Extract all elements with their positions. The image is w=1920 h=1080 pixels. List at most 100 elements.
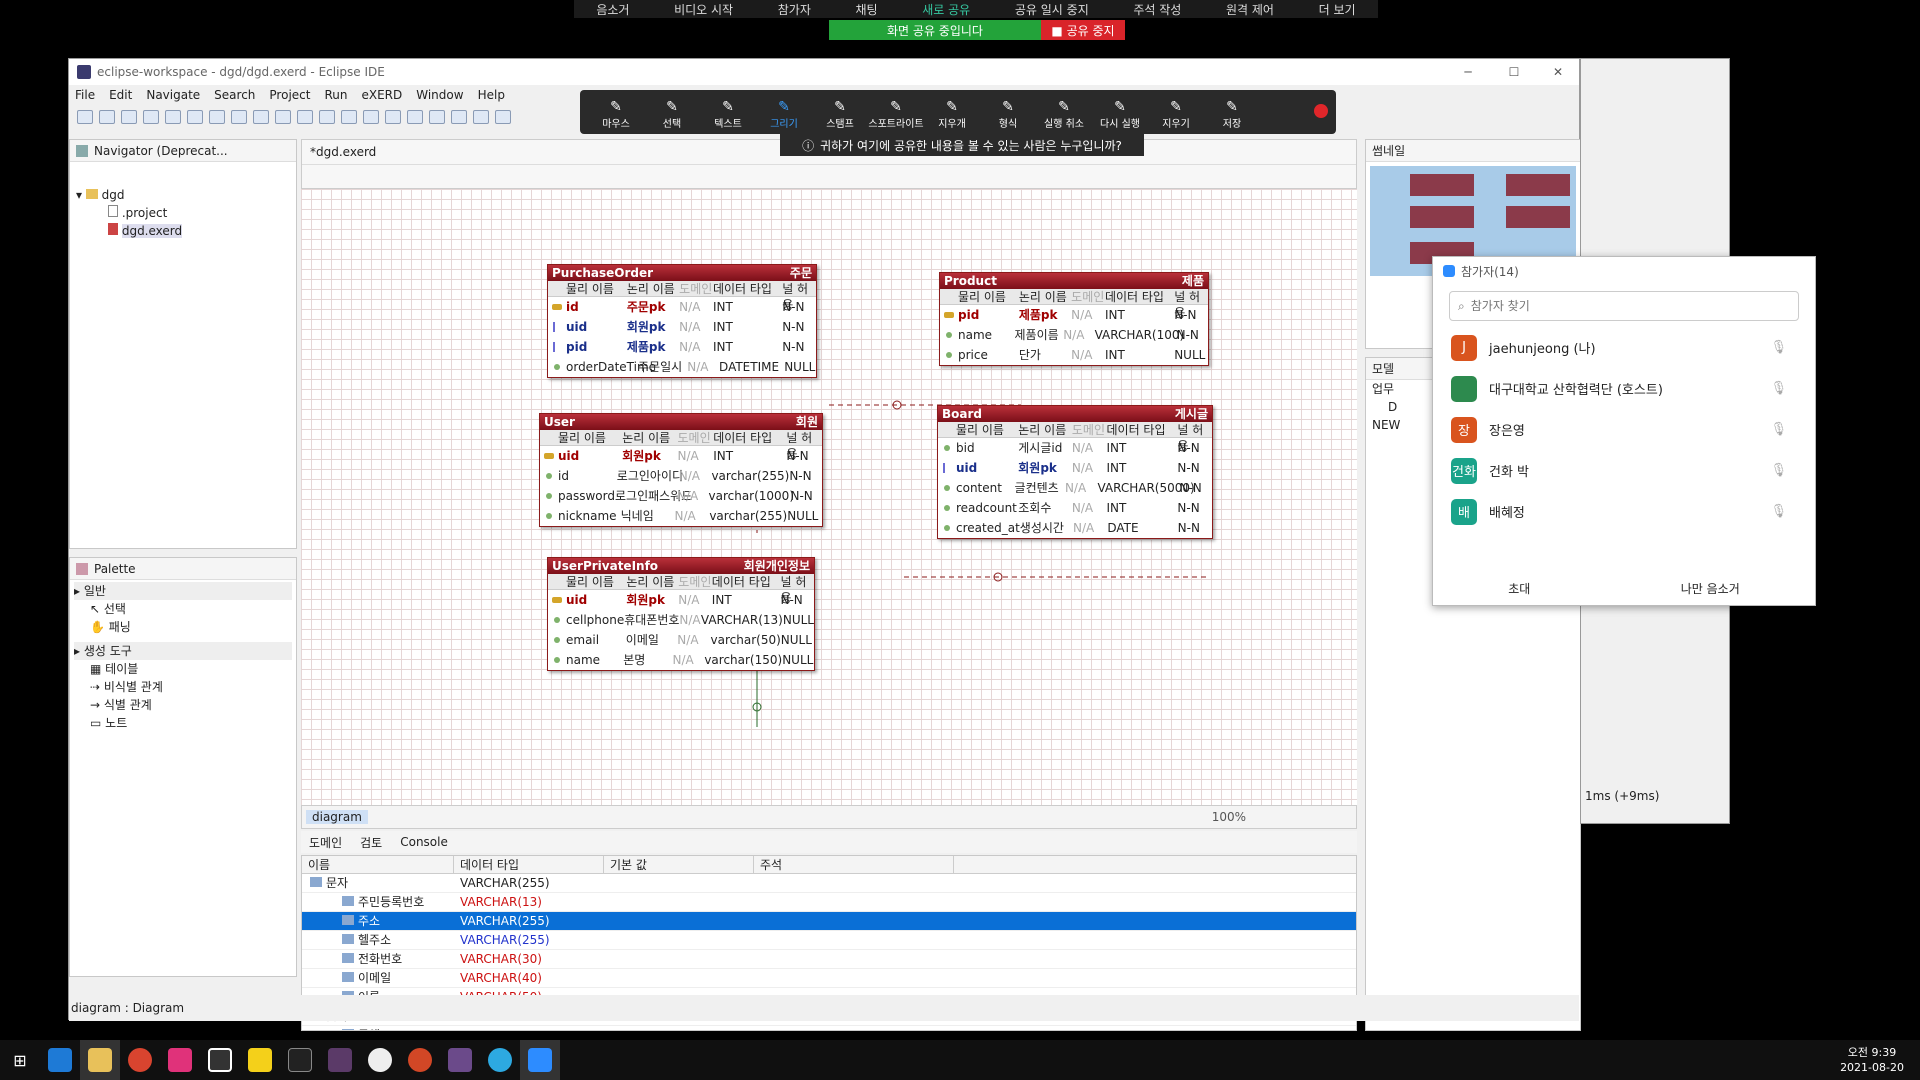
toolbar-button-icon[interactable] <box>451 110 467 124</box>
diagram-tab[interactable]: diagram <box>306 810 368 824</box>
toolbar-button-icon[interactable] <box>253 110 269 124</box>
zoom-menu-item[interactable]: 참가자 <box>778 1 811 18</box>
annotation-tool[interactable]: ✎ 스포트라이트 <box>868 99 924 130</box>
intellij-icon[interactable] <box>160 1040 200 1080</box>
entity-attribute-row[interactable]: orderDateTime 주문일시 N/A DATETIME NULL <box>548 357 816 377</box>
palette-item-table[interactable]: ▦ 테이블 <box>74 660 292 678</box>
participant-row[interactable]: 건화 건화 박 🎙 <box>1433 450 1815 491</box>
toolbar-button-icon[interactable] <box>187 110 203 124</box>
grid-row[interactable]: 주소 VARCHAR(255) <box>302 912 1356 931</box>
entity-attribute-row[interactable]: id 주문pk N/A INT N-N <box>548 297 816 317</box>
github-icon[interactable] <box>360 1040 400 1080</box>
minimize-icon[interactable]: ─ <box>1445 59 1491 85</box>
entity-upi[interactable]: UserPrivateInfo 회원개인정보 물리 이름 논리 이름 도메인 데이터 타입… <box>547 557 815 671</box>
tab-console[interactable]: Console <box>400 835 448 849</box>
entity-user[interactable]: User 회원 물리 이름 논리 이름 도메인 데이터 타입 널 허용 uid 회원pk N/A I… <box>539 413 823 527</box>
entity-attribute-row[interactable]: id 로그인아이디 N/A varchar(255) N-N <box>540 466 822 486</box>
toolbar-button-icon[interactable] <box>121 110 137 124</box>
system-clock[interactable]: 오전 9:39 2021-08-20 <box>1840 1045 1920 1075</box>
powerpoint-icon[interactable] <box>400 1040 440 1080</box>
menu-item[interactable]: Run <box>324 88 347 102</box>
entity-attribute-row[interactable]: pid 제품pk N/A INT N-N <box>548 337 816 357</box>
entity-attribute-row[interactable]: bid 게시글id N/A INT N-N <box>938 438 1212 458</box>
menu-item[interactable]: File <box>75 88 95 102</box>
palette-group-general[interactable]: ▸ 일반 <box>74 582 292 600</box>
entity-attribute-row[interactable]: readcount 조회수 N/A INT N-N <box>938 498 1212 518</box>
grid-row[interactable]: 주민등록번호 VARCHAR(13) <box>302 893 1356 912</box>
grid-row[interactable]: 문자 VARCHAR(255) <box>302 874 1356 893</box>
toolbar-button-icon[interactable] <box>341 110 357 124</box>
mic-icon[interactable]: 🎙 <box>1770 422 1787 437</box>
col-type[interactable]: 데이터 타입 <box>454 856 604 873</box>
mic-icon[interactable]: 🎙 <box>1770 340 1787 355</box>
palette-group-create[interactable]: ▸ 생성 도구 <box>74 642 292 660</box>
toolbar-button-icon[interactable] <box>231 110 247 124</box>
toolbar-button-icon[interactable] <box>495 110 511 124</box>
annotation-tool[interactable]: ✎ 선택 <box>644 99 700 130</box>
zoom-menu-item[interactable]: 주석 작성 <box>1133 1 1181 18</box>
palette-item-note[interactable]: ▭ 노트 <box>74 714 292 732</box>
toolbar-button-icon[interactable] <box>319 110 335 124</box>
entity-attribute-row[interactable]: password 로그인패스워드 N/A varchar(1000) N-N <box>540 486 822 506</box>
menu-item[interactable]: Help <box>478 88 505 102</box>
entity-board[interactable]: Board 게시글 물리 이름 논리 이름 도메인 데이터 타입 널 허용 bid 게시글id N… <box>937 405 1213 539</box>
toolbar-button-icon[interactable] <box>99 110 115 124</box>
entity-attribute-row[interactable]: uid 회원pk N/A INT N-N <box>540 446 822 466</box>
close-annotation-icon[interactable] <box>1314 104 1328 118</box>
toolbar-button-icon[interactable] <box>385 110 401 124</box>
annotation-tool[interactable]: ✎ 저장 <box>1204 99 1260 130</box>
zoom-menu-item[interactable]: 더 보기 <box>1319 1 1356 18</box>
toolbar-button-icon[interactable] <box>363 110 379 124</box>
tab-review[interactable]: 검토 <box>360 834 382 851</box>
close-icon[interactable]: ✕ <box>1535 59 1581 85</box>
menu-item[interactable]: eXERD <box>361 88 402 102</box>
toolbar-button-icon[interactable] <box>275 110 291 124</box>
grid-row[interactable]: 전화번호 VARCHAR(30) <box>302 950 1356 969</box>
zoom-menu-item[interactable]: 비디오 시작 <box>674 1 733 18</box>
grid-row[interactable]: 이메일 VARCHAR(40) <box>302 969 1356 988</box>
annotation-tool[interactable]: ✎ 스탬프 <box>812 99 868 130</box>
mute-me-button[interactable]: 나만 음소거 <box>1681 580 1740 597</box>
zoom-menu-item[interactable]: 공유 일시 중지 <box>1015 1 1089 18</box>
entity-attribute-row[interactable]: content 글컨텐츠 N/A VARCHAR(5000) N-N <box>938 478 1212 498</box>
toolbar-button-icon[interactable] <box>297 110 313 124</box>
annotation-tool[interactable]: ✎ 지우개 <box>924 99 980 130</box>
terminal-icon[interactable] <box>280 1040 320 1080</box>
entity-attribute-row[interactable]: price 단가 N/A INT NULL <box>940 345 1208 365</box>
grid-row[interactable]: 헬주소 VARCHAR(255) <box>302 931 1356 950</box>
grid-row[interactable]: 금액 INTEGER <box>302 1026 1356 1030</box>
palette-item-nonidentifying[interactable]: ⇢ 비식별 관계 <box>74 678 292 696</box>
sticky-notes-icon[interactable] <box>240 1040 280 1080</box>
col-comment[interactable]: 주석 <box>754 856 954 873</box>
menu-item[interactable]: Edit <box>109 88 132 102</box>
entity-attribute-row[interactable]: email 이메일 N/A varchar(50) NULL <box>548 630 814 650</box>
slack-icon[interactable] <box>320 1040 360 1080</box>
menu-item[interactable]: Window <box>416 88 463 102</box>
tab-domain[interactable]: 도메인 <box>309 834 342 851</box>
menu-item[interactable]: Search <box>214 88 255 102</box>
tree-item-dgd[interactable]: ▾ dgd <box>76 186 296 204</box>
mic-icon[interactable]: 🎙 <box>1770 381 1787 396</box>
palette-item-pan[interactable]: ✋ 패닝 <box>74 618 292 636</box>
maximize-icon[interactable]: ☐ <box>1491 59 1537 85</box>
col-name[interactable]: 이름 <box>302 856 454 873</box>
participant-row[interactable]: Jjaehunjeong (나) 🎙 <box>1433 327 1815 368</box>
annotation-tool[interactable]: ✎ 형식 <box>980 99 1036 130</box>
edge-icon[interactable] <box>40 1040 80 1080</box>
entity-attribute-row[interactable]: pid 제품pk N/A INT N-N <box>940 305 1208 325</box>
entity-attribute-row[interactable]: nickname 닉네임 N/A varchar(255) NULL <box>540 506 822 526</box>
eclipse-icon[interactable] <box>200 1040 240 1080</box>
stop-share-button[interactable]: ■ 공유 중지 <box>1041 20 1125 40</box>
participant-row[interactable]: 배 배혜정 🎙 <box>1433 491 1815 532</box>
chrome-icon[interactable] <box>120 1040 160 1080</box>
palette-item-select[interactable]: ↖ 선택 <box>74 600 292 618</box>
start-button[interactable]: ⊞ <box>0 1040 40 1080</box>
entity-attribute-row[interactable]: name 본명 N/A varchar(150) NULL <box>548 650 814 670</box>
participant-search-input[interactable] <box>1470 299 1711 313</box>
zoom-menu-item[interactable]: 새로 공유 <box>922 1 970 18</box>
diagram-canvas[interactable]: PurchaseOrder 주문 물리 이름 논리 이름 도메인 데이터 타입 널 허용 id… <box>301 189 1357 805</box>
zoom-menu-item[interactable]: 원격 제어 <box>1226 1 1274 18</box>
entity-attribute-row[interactable]: uid 회원pk N/A INT N-N <box>938 458 1212 478</box>
annotation-tool[interactable]: ✎ 그리기 <box>756 99 812 130</box>
zoom-menu-item[interactable]: 채팅 <box>856 1 878 18</box>
